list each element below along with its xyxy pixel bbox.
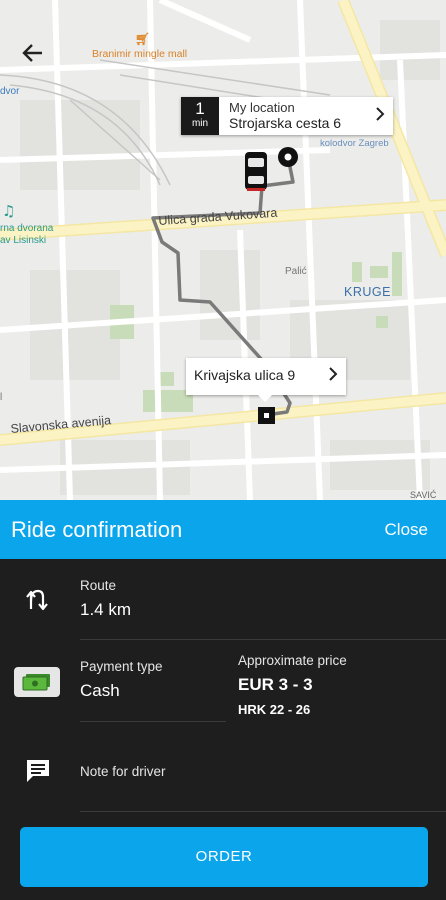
map-label-dvorana: rna dvorana av Lisinski (0, 223, 54, 246)
divider (80, 811, 446, 812)
divider (80, 721, 226, 722)
divider (80, 639, 446, 640)
payment-type-label: Payment type (80, 659, 163, 674)
route-value: 1.4 km (80, 600, 132, 619)
map-label-palic: Palić (285, 266, 307, 277)
note-for-driver[interactable]: Note for driver (80, 764, 166, 779)
destination-card[interactable]: Krivajska ulica 9 (186, 358, 346, 402)
approximate-price-label: Approximate price (238, 653, 347, 668)
pickup-address: Strojarska cesta 6 (229, 115, 342, 131)
ride-details-panel: Route 1.4 km Payment type Cash Approxima… (0, 559, 446, 900)
back-arrow-icon[interactable] (20, 40, 50, 70)
map-label-kolodvor: kolodvor Zagreb (320, 138, 389, 149)
message-icon (24, 757, 52, 785)
eta-value: 1 (195, 99, 205, 118)
payment-type-value[interactable]: Cash (80, 681, 120, 701)
eta-unit: min (191, 118, 209, 129)
route-label: Route (80, 578, 117, 593)
price-hrk: HRK 22 - 26 (238, 702, 311, 717)
close-button[interactable]: Close (385, 520, 428, 540)
price-eur: EUR 3 - 3 (238, 675, 313, 694)
ride-confirmation-header: Ride confirmation Close (0, 500, 446, 559)
destination-address: Krivajska ulica 9 (194, 367, 296, 383)
map-label-savic: SAVIĆ (410, 490, 437, 500)
map-view[interactable]: Branimir mingle mall 🛒︎ dvor ♫ rna dvora… (0, 0, 446, 500)
cash-icon (14, 667, 60, 697)
pickup-location-card[interactable]: 1 min My location Strojarska cesta 6 (181, 97, 393, 135)
music-note-icon: ♫ (2, 202, 16, 220)
eta-badge: 1 min (181, 97, 219, 135)
map-label-mall: Branimir mingle mall (92, 48, 188, 60)
route-icon (22, 587, 52, 613)
map-label-kruge: KRUGE (344, 285, 391, 299)
shopping-cart-icon: 🛒︎ (135, 32, 151, 46)
order-button[interactable]: ORDER (20, 827, 428, 887)
chevron-right-icon (375, 106, 385, 127)
panel-title: Ride confirmation (11, 516, 183, 542)
pickup-title: My location (229, 100, 295, 115)
map-label-partial: l (0, 392, 3, 403)
chevron-right-icon (328, 366, 338, 387)
map-label-dvor: dvor (0, 86, 20, 97)
